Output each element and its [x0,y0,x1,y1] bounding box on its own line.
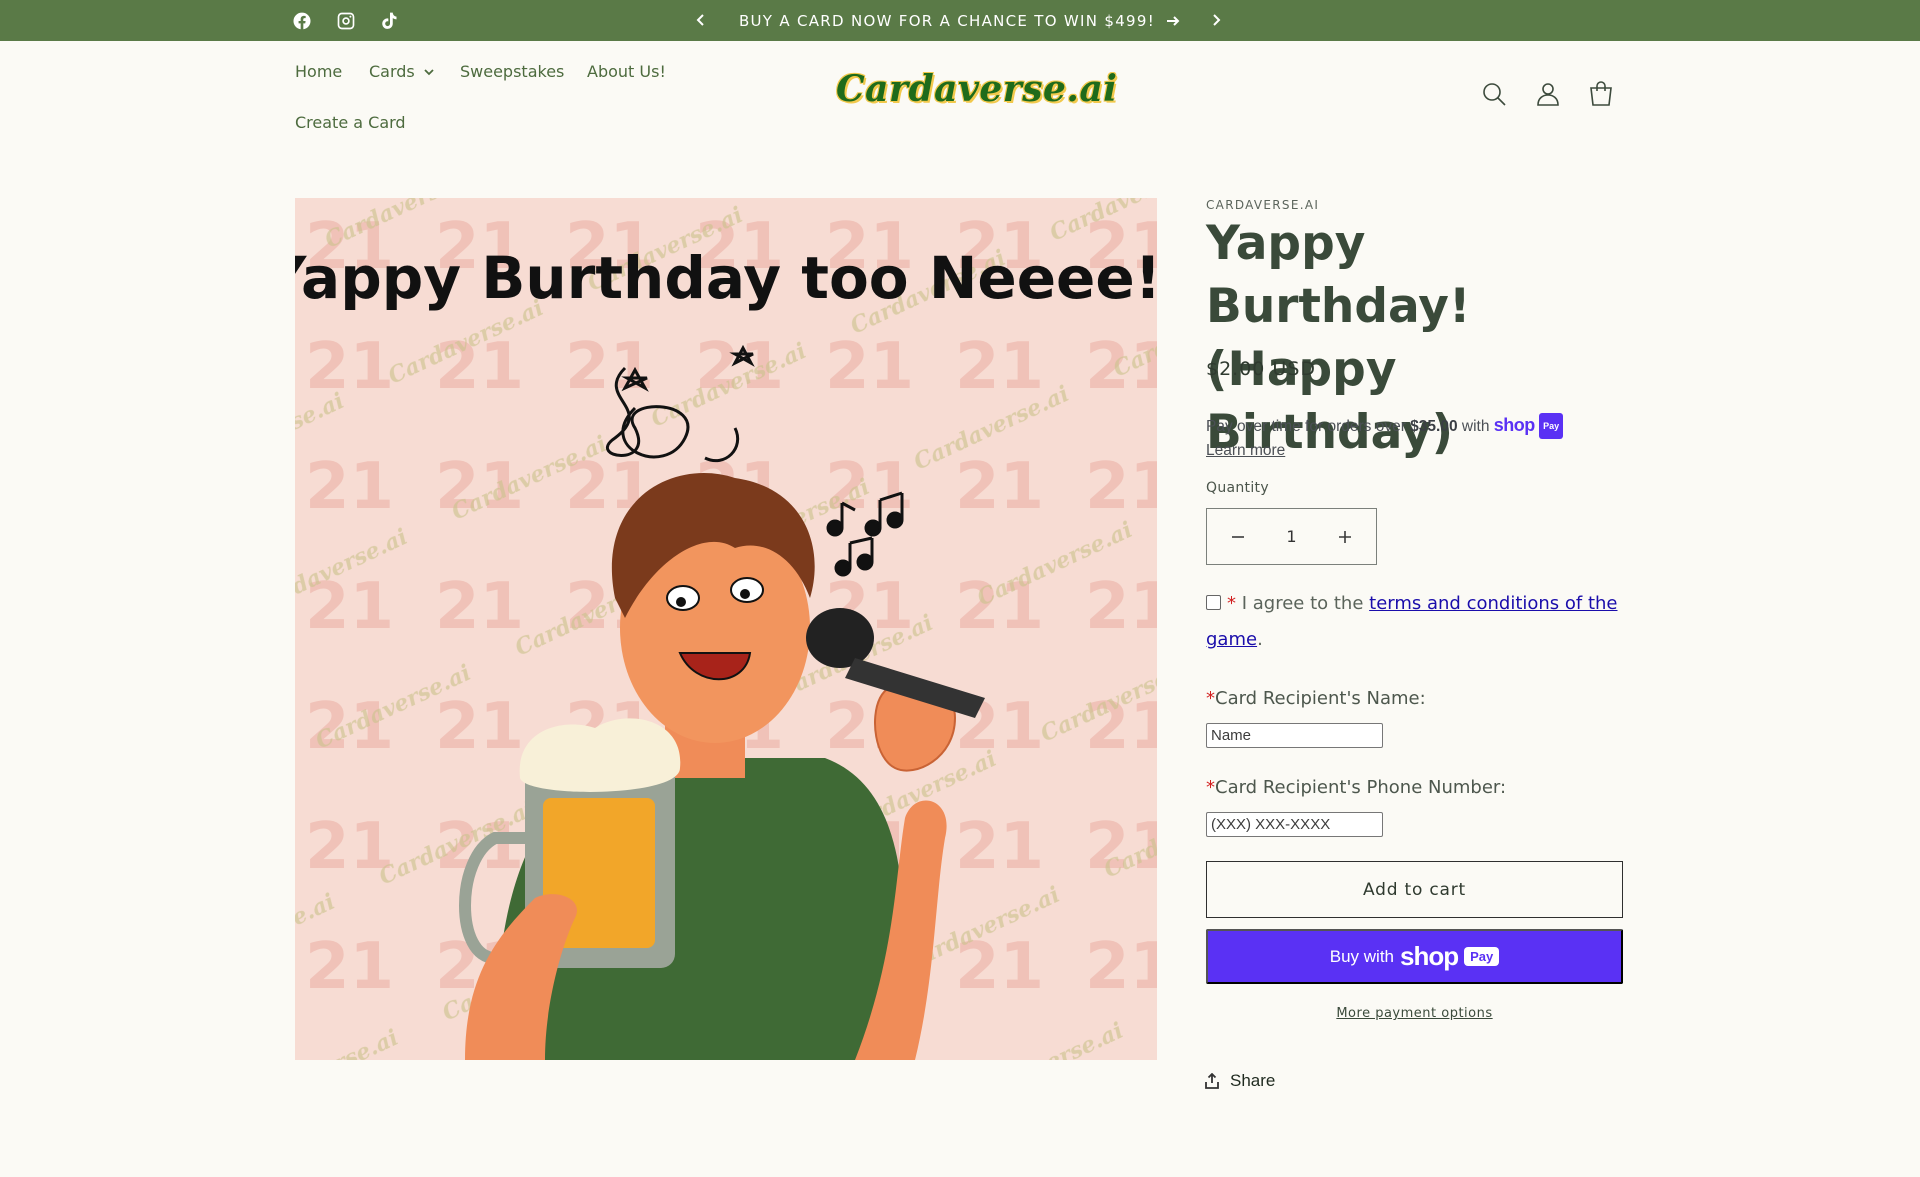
buy-with-label: Buy with [1329,946,1394,966]
installments-amount: $35.00 [1410,418,1458,435]
terms-agreement: * I agree to the terms and conditions of… [1206,586,1626,658]
quantity-label: Quantity [1206,480,1269,496]
required-star: * [1206,777,1215,798]
announcement-next-icon[interactable] [1204,8,1228,32]
cart-icon[interactable] [1587,80,1615,108]
recipient-phone-label: *Card Recipient's Phone Number: [1206,777,1506,798]
increase-quantity-button[interactable] [1336,528,1354,546]
required-star: * [1227,593,1236,614]
facebook-icon[interactable] [292,0,312,41]
nav-sweepstakes[interactable]: Sweepstakes [460,62,564,81]
share-button[interactable]: Share [1204,1071,1275,1091]
plus-icon [1339,530,1351,543]
recipient-name-label-text: Card Recipient's Name: [1215,688,1426,709]
card-illustration: 21 Cardaverse.ai Yappy Burthday too Neee… [295,198,1157,1060]
nav-cards-label: Cards [369,62,415,81]
instagram-icon[interactable] [336,0,356,41]
installments-message: Pay over time for orders over $35.00 wit… [1206,413,1626,463]
minus-icon [1232,535,1244,538]
nav-cards[interactable]: Cards [369,62,435,81]
recipient-name-input[interactable] [1206,723,1383,748]
account-icon[interactable] [1534,80,1562,108]
product-vendor: CARDAVERSE.AI [1206,198,1320,212]
add-to-cart-button[interactable]: Add to cart [1206,861,1623,918]
announcement-link[interactable]: BUY A CARD NOW FOR A CHANCE TO WIN $499! [720,0,1200,41]
recipient-phone-label-text: Card Recipient's Phone Number: [1215,777,1507,798]
buy-with-shop-pay-button[interactable]: Buy with shop Pay [1206,929,1623,984]
terms-checkbox[interactable] [1206,595,1221,610]
logo-text: Cardaverse.ai [836,68,1118,110]
recipient-phone-input[interactable] [1206,812,1383,837]
installments-prefix: Pay over time for orders over [1206,418,1411,435]
announcement-prev-icon[interactable] [689,8,713,32]
nav-create-card[interactable]: Create a Card [295,113,406,132]
terms-end: . [1257,629,1263,650]
card-headline: Yappy Burthday too Neeee!! [295,244,1157,312]
share-icon [1205,1073,1219,1089]
announcement-text: BUY A CARD NOW FOR A CHANCE TO WIN $499! [738,11,1156,30]
site-logo[interactable]: Cardaverse.ai [836,64,1117,114]
more-payment-options-link[interactable]: More payment options [1206,1006,1623,1021]
product-image[interactable]: 21 Cardaverse.ai Yappy Burthday too Neee… [295,198,1157,1060]
shop-pay-logo: shop [1493,415,1536,435]
learn-more-link[interactable]: Learn more [1206,442,1285,459]
installments-suffix: with [1457,418,1494,435]
announcement-bar: BUY A CARD NOW FOR A CHANCE TO WIN $499! [0,0,1920,41]
decrease-quantity-button[interactable] [1229,528,1247,546]
quantity-input[interactable]: 1 [1286,527,1296,546]
arrow-right-icon [1167,15,1180,26]
chevron-down-icon [424,68,434,75]
share-label: Share [1230,1071,1276,1090]
pay-pill: Pay [1464,947,1500,966]
search-icon[interactable] [1480,80,1508,108]
tiktok-icon[interactable] [379,0,399,41]
quantity-stepper: 1 [1206,508,1377,565]
recipient-name-label: *Card Recipient's Name: [1206,688,1426,709]
shop-pay-pill: Pay [1539,413,1564,439]
required-star: * [1206,688,1215,709]
nav-about[interactable]: About Us! [587,62,666,81]
product-price: $2.00 USD [1206,358,1317,380]
terms-text: I agree to the [1236,593,1370,614]
shop-logo: shop [1400,941,1459,971]
nav-home[interactable]: Home [295,62,342,81]
